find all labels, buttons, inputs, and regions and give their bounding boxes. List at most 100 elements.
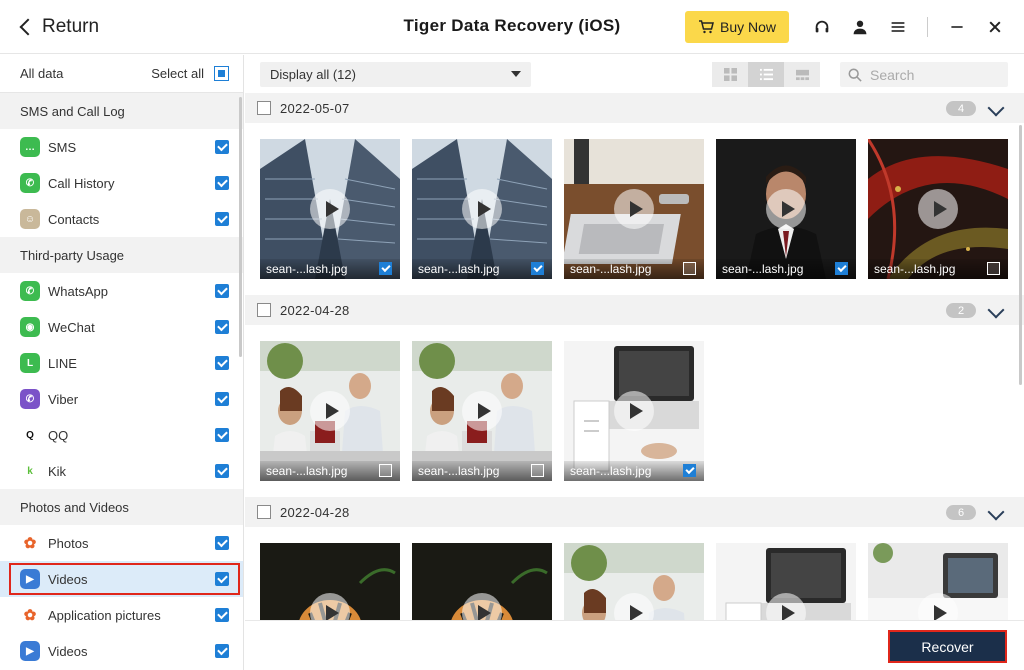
- title-bar: Return Tiger Data Recovery (iOS) Buy Now: [0, 0, 1024, 54]
- group-checkbox[interactable]: [257, 101, 271, 115]
- sidebar-item-checkbox[interactable]: [215, 140, 229, 154]
- video-thumbnail[interactable]: sean-...lash.jpg: [412, 341, 552, 481]
- thumbnail-checkbox[interactable]: [531, 464, 544, 477]
- list-view-button[interactable]: [748, 62, 784, 87]
- search-input[interactable]: [870, 66, 1000, 83]
- sidebar-item-checkbox[interactable]: [215, 320, 229, 334]
- all-data-label: All data: [20, 66, 64, 81]
- sidebar-item-checkbox[interactable]: [215, 176, 229, 190]
- buy-now-button[interactable]: Buy Now: [685, 11, 789, 43]
- play-icon: [614, 391, 654, 431]
- video-thumbnail[interactable]: sean-...lash.jpg: [564, 139, 704, 279]
- sidebar-item-wechat[interactable]: ◉ WeChat: [0, 309, 243, 345]
- recover-button[interactable]: Recover: [888, 630, 1007, 663]
- group-date: 2022-05-07: [280, 100, 350, 116]
- app-title: Tiger Data Recovery (iOS): [403, 16, 621, 35]
- sidebar-item-contacts[interactable]: ☺ Contacts: [0, 201, 243, 237]
- large-view-button[interactable]: [784, 62, 820, 87]
- thumbnail-checkbox[interactable]: [379, 464, 392, 477]
- minimize-icon[interactable]: [947, 17, 967, 37]
- video-thumbnail[interactable]: sean-...lash.jpg: [868, 139, 1008, 279]
- sidebar-item-sms[interactable]: … SMS: [0, 129, 243, 165]
- headset-icon[interactable]: [812, 17, 832, 37]
- sidebar-scrollbar[interactable]: [239, 97, 242, 357]
- sidebar-item-checkbox[interactable]: [215, 356, 229, 370]
- sidebar-item-videos[interactable]: ▶ Videos: [0, 561, 243, 597]
- sidebar-item-checkbox[interactable]: [215, 644, 229, 658]
- sidebar-item-photos[interactable]: ✿ Photos: [0, 525, 243, 561]
- sidebar-item-label: Application pictures: [48, 607, 161, 623]
- group-date: 2022-04-28: [280, 302, 350, 318]
- select-all[interactable]: Select all: [151, 66, 229, 81]
- play-icon: [766, 189, 806, 229]
- play-icon: [918, 189, 958, 229]
- return-button[interactable]: Return: [16, 14, 99, 40]
- chevron-down-icon[interactable]: [987, 301, 1005, 319]
- sidebar-item-checkbox[interactable]: [215, 284, 229, 298]
- sidebar-item-viber[interactable]: ✆ Viber: [0, 381, 243, 417]
- thumbnail-checkbox[interactable]: [683, 262, 696, 275]
- thumbnail-checkbox[interactable]: [531, 262, 544, 275]
- kik-icon: k: [27, 465, 33, 477]
- sidebar-item-checkbox[interactable]: [215, 572, 229, 586]
- sidebar-item-kik[interactable]: k Kik: [0, 453, 243, 489]
- sidebar-item-checkbox[interactable]: [215, 608, 229, 622]
- sidebar-item-checkbox[interactable]: [215, 464, 229, 478]
- thumbnail-checkbox[interactable]: [683, 464, 696, 477]
- group-checkbox[interactable]: [257, 303, 271, 317]
- thumbnail-filename: sean-...lash.jpg: [570, 262, 652, 276]
- date-group-thumbnails: sean-...lash.jpg sean-...lash.jpg sean-...…: [245, 325, 1024, 497]
- search-box: [840, 62, 1008, 87]
- group-checkbox[interactable]: [257, 505, 271, 519]
- thumbnail-filename: sean-...lash.jpg: [722, 262, 804, 276]
- sidebar-item-application-pictures[interactable]: ✿ Application pictures: [0, 597, 243, 633]
- sidebar-item-label: WhatsApp: [48, 283, 108, 299]
- caret-down-icon: [511, 71, 521, 77]
- thumbnail-filename: sean-...lash.jpg: [570, 464, 652, 478]
- close-icon[interactable]: [985, 17, 1005, 37]
- video-thumbnail[interactable]: sean-...lash.jpg: [260, 139, 400, 279]
- large-thumbnail-icon: [795, 69, 809, 81]
- content-scrollbar[interactable]: [1019, 125, 1022, 385]
- video-thumbnail[interactable]: sean-...lash.jpg: [564, 341, 704, 481]
- videos-icon: ▶: [20, 641, 40, 661]
- sidebar-item-label: Photos: [48, 535, 89, 551]
- sidebar-list: SMS and Call Log … SMS ✆ Call History ☺ Contac…: [0, 93, 243, 669]
- video-thumbnail[interactable]: sean-...lash.jpg: [412, 139, 552, 279]
- sidebar-item-label: LINE: [48, 355, 77, 371]
- thumbnail-filename: sean-...lash.jpg: [418, 464, 500, 478]
- sidebar-item-videos[interactable]: ▶ Videos: [0, 633, 243, 669]
- sidebar-item-whatsapp[interactable]: ✆ WhatsApp: [0, 273, 243, 309]
- video-thumbnail[interactable]: sean-...lash.jpg: [716, 139, 856, 279]
- grid-icon: [723, 68, 737, 81]
- sidebar-item-label: Videos: [48, 643, 88, 659]
- sidebar-header: All data Select all: [0, 55, 243, 93]
- user-icon[interactable]: [850, 17, 870, 37]
- sidebar-item-checkbox[interactable]: [215, 212, 229, 226]
- chevron-down-icon[interactable]: [987, 99, 1005, 117]
- sidebar-item-call-history[interactable]: ✆ Call History: [0, 165, 243, 201]
- qq-icon: Q: [26, 429, 34, 441]
- display-dropdown[interactable]: Display all (12): [260, 62, 531, 87]
- thumbnail-filename: sean-...lash.jpg: [266, 262, 348, 276]
- sidebar-item-checkbox[interactable]: [215, 428, 229, 442]
- sidebar-item-label: SMS: [48, 139, 77, 155]
- play-icon: [310, 391, 350, 431]
- group-date: 2022-04-28: [280, 504, 350, 520]
- group-count-badge: 4: [946, 101, 976, 116]
- sidebar-item-line[interactable]: L LINE: [0, 345, 243, 381]
- line-icon: L: [20, 353, 40, 373]
- sidebar-item-checkbox[interactable]: [215, 536, 229, 550]
- grid-view-button[interactable]: [712, 62, 748, 87]
- group-count-badge: 2: [946, 303, 976, 318]
- media-groups: 2022-05-07 4 sean-...lash.jpg sean-...lash.…: [245, 93, 1024, 670]
- video-thumbnail[interactable]: sean-...lash.jpg: [260, 341, 400, 481]
- chevron-down-icon[interactable]: [987, 503, 1005, 521]
- sidebar-item-checkbox[interactable]: [215, 392, 229, 406]
- select-all-checkbox[interactable]: [214, 66, 229, 81]
- thumbnail-checkbox[interactable]: [379, 262, 392, 275]
- menu-icon[interactable]: [888, 17, 908, 37]
- sidebar-item-qq[interactable]: Q QQ: [0, 417, 243, 453]
- thumbnail-checkbox[interactable]: [987, 262, 1000, 275]
- thumbnail-checkbox[interactable]: [835, 262, 848, 275]
